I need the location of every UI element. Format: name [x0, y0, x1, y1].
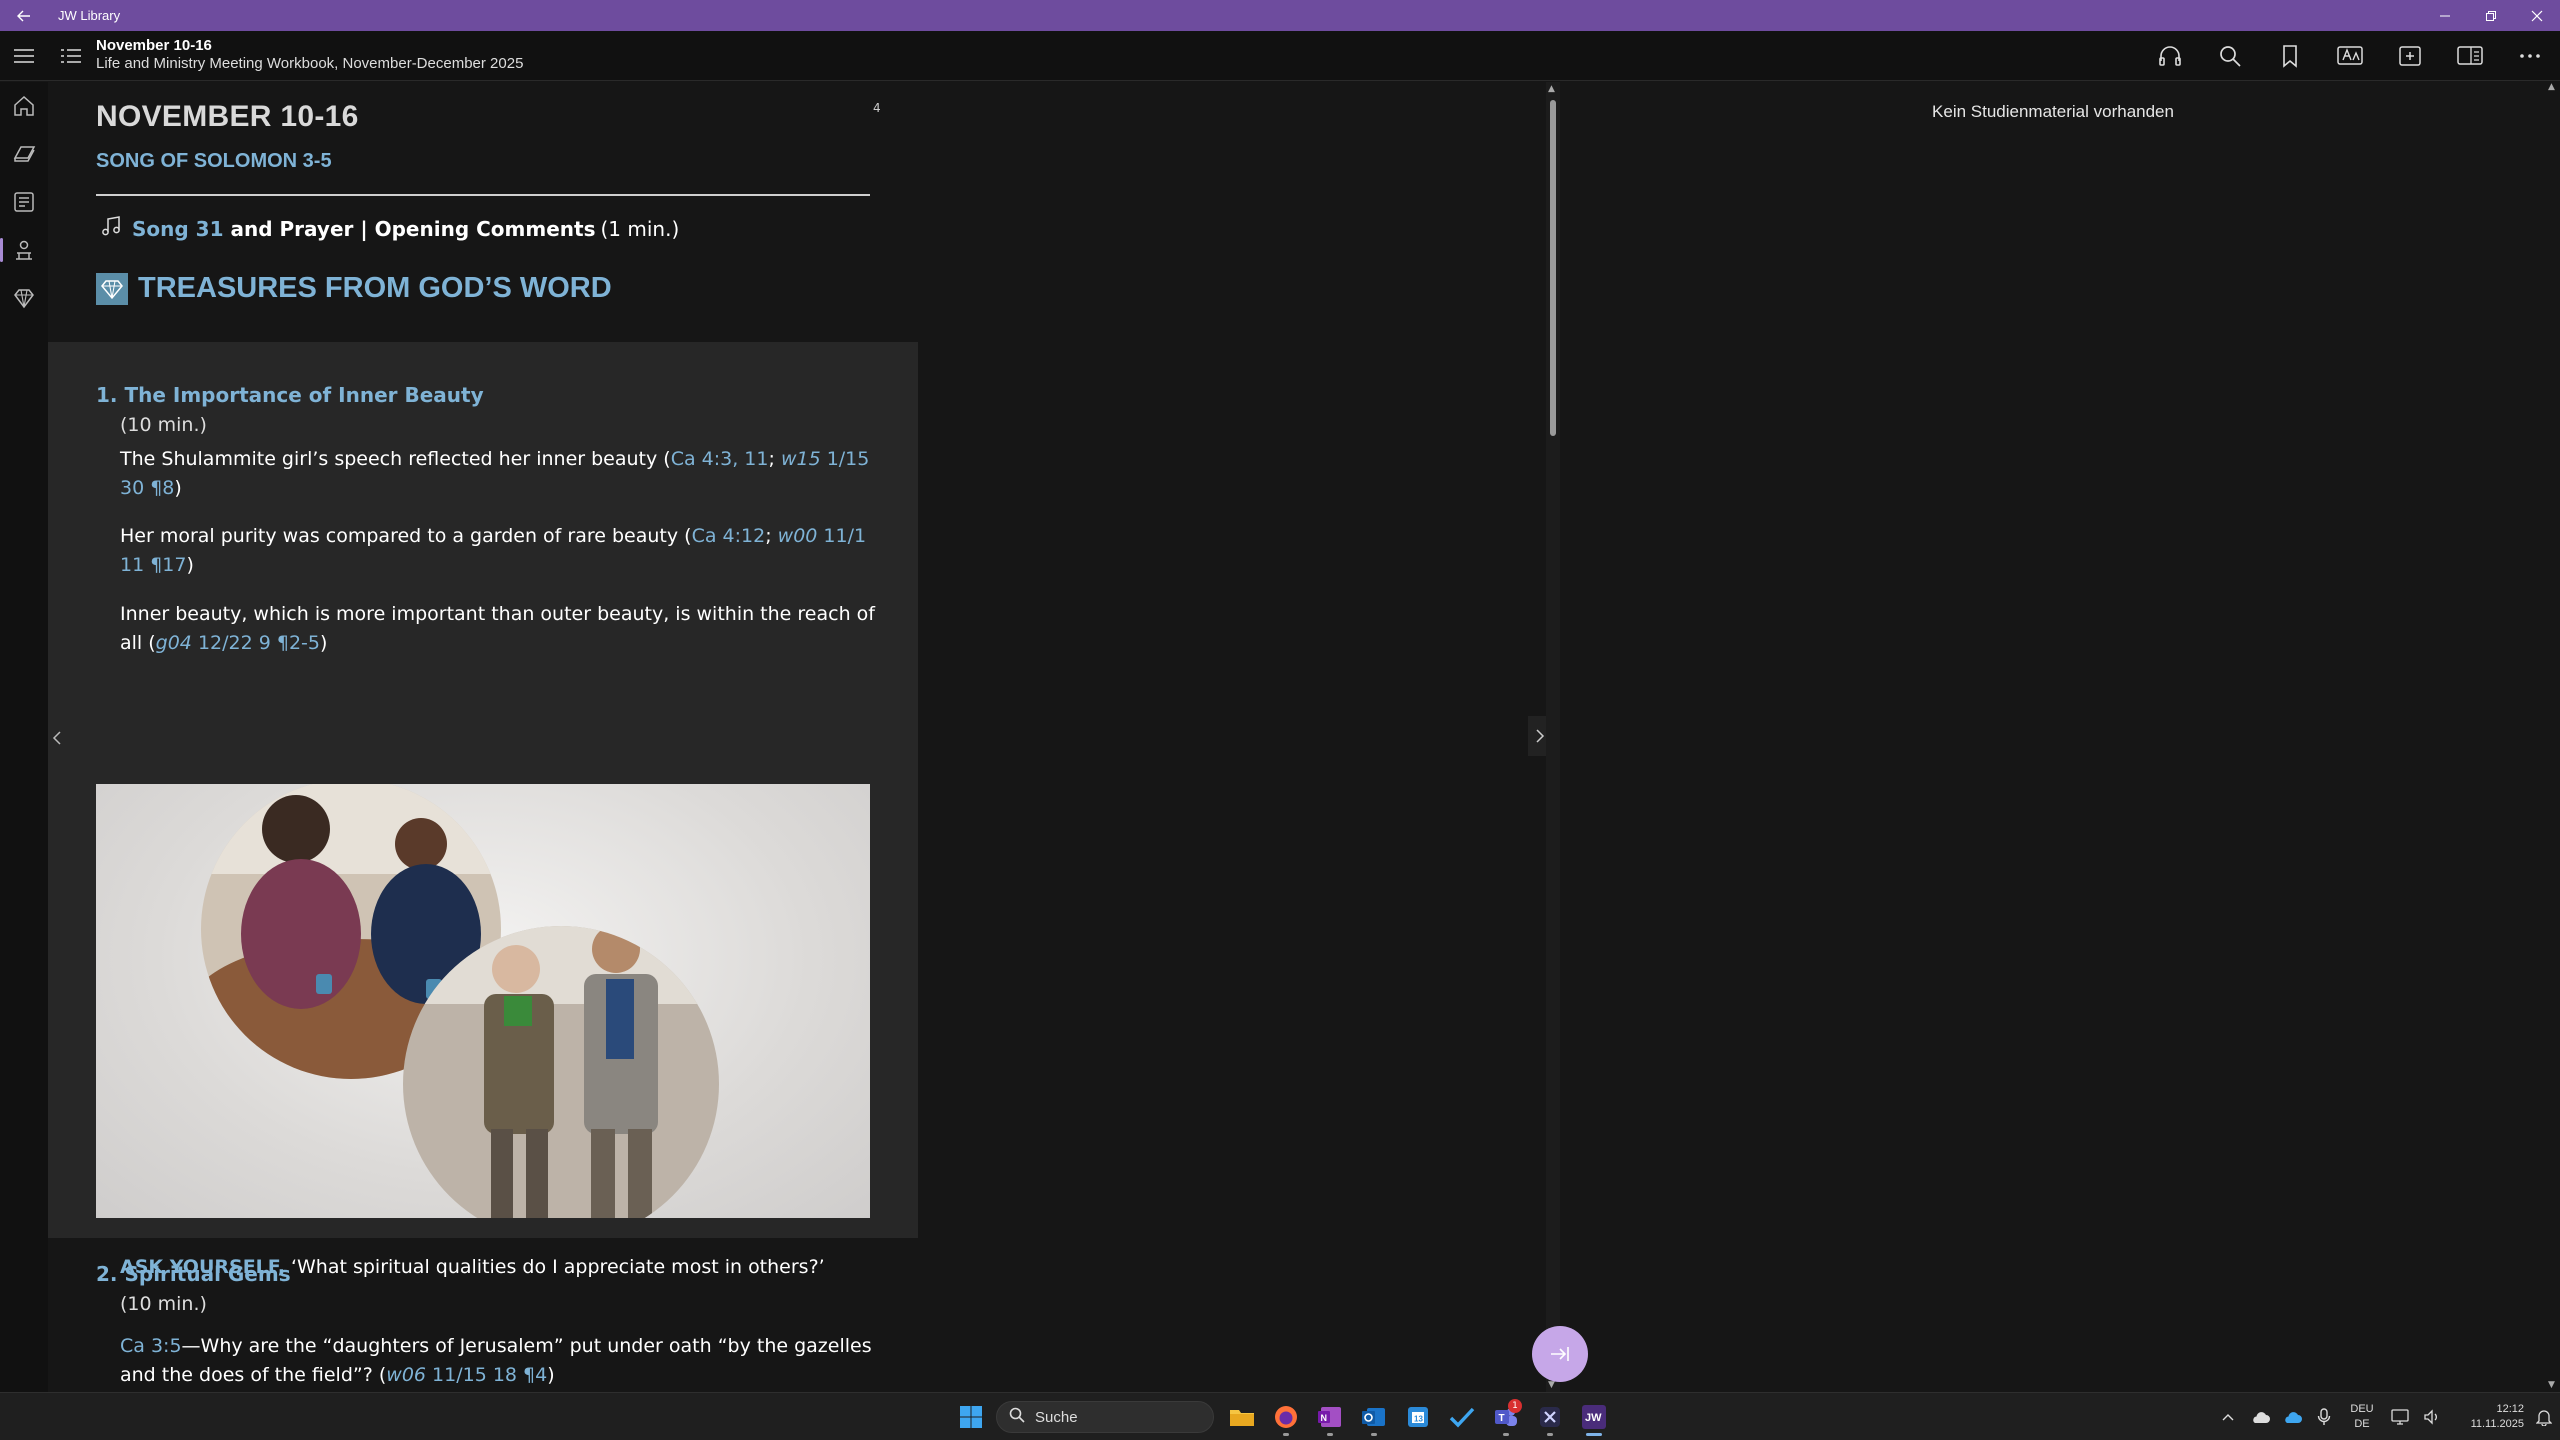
- svg-text:JW: JW: [1585, 1412, 1602, 1424]
- search-icon[interactable]: [2200, 31, 2260, 81]
- part-1-point-3: Inner beauty, which is more important th…: [120, 603, 875, 654]
- teams-notification-badge: 1: [1508, 1399, 1522, 1413]
- table-of-contents-icon[interactable]: [55, 40, 87, 72]
- taskbar-search-box[interactable]: Suche: [996, 1401, 1214, 1433]
- section-heading: TREASURES FROM GOD’S WORD: [96, 272, 612, 305]
- toggle-study-pane-button[interactable]: [1532, 1326, 1588, 1382]
- collapse-pane-icon: [1551, 1347, 1569, 1361]
- bookmark-icon[interactable]: [2260, 31, 2320, 81]
- song-line: Song 31 and Prayer | Opening Comments (1…: [100, 215, 679, 242]
- outlook-icon[interactable]: [1352, 1397, 1396, 1437]
- restore-icon[interactable]: [2468, 0, 2514, 31]
- scroll-up-arrow-icon[interactable]: ▲: [1548, 84, 1555, 94]
- scrollbar-thumb[interactable]: [1550, 100, 1556, 436]
- svg-text:T: T: [1499, 1413, 1505, 1424]
- nav-bible-icon[interactable]: [0, 130, 48, 178]
- reading-area-background: [918, 82, 1546, 1392]
- calendar-icon[interactable]: 13: [1396, 1397, 1440, 1437]
- title-bar: JW Library: [0, 0, 2560, 31]
- clock-date: 11.11.2025: [2470, 1418, 2524, 1430]
- document-title-publication: Life and Ministry Meeting Workbook, Nove…: [96, 55, 524, 72]
- volume-icon[interactable]: [2416, 1393, 2448, 1440]
- study-pane-scrollbar[interactable]: ▲ ▼: [2546, 82, 2560, 1392]
- search-placeholder: Suche: [1035, 1408, 1078, 1426]
- toolbox-app-icon[interactable]: [1528, 1397, 1572, 1437]
- reference-link[interactable]: w06 11/15 18 ¶4: [386, 1364, 547, 1386]
- study-pane-icon[interactable]: [2440, 31, 2500, 81]
- nav-publications-icon[interactable]: [0, 178, 48, 226]
- show-hidden-icons-chevron-icon[interactable]: [2212, 1393, 2244, 1440]
- headphones-icon[interactable]: [2140, 31, 2200, 81]
- more-options-icon[interactable]: [2500, 31, 2560, 81]
- diamond-icon: [96, 272, 128, 305]
- scroll-down-arrow-icon[interactable]: ▼: [2548, 1380, 2555, 1390]
- clock-time: 12:12: [2496, 1403, 2524, 1415]
- song-description: and Prayer | Opening Comments: [230, 216, 596, 241]
- part-1-title: 1. The Importance of Inner Beauty: [96, 383, 484, 407]
- firefox-icon[interactable]: [1264, 1397, 1308, 1437]
- back-arrow-icon[interactable]: [0, 0, 48, 31]
- week-date-heading: NOVEMBER 10-16: [96, 100, 359, 133]
- part-2-title: 2. Spiritual Gems: [96, 1262, 291, 1286]
- nav-meetings-icon[interactable]: [0, 226, 48, 274]
- scroll-up-arrow-icon[interactable]: ▲: [2548, 82, 2555, 92]
- scripture-link[interactable]: Ca 4:3, 11: [671, 448, 769, 470]
- header-bar: November 10-16 Life and Ministry Meeting…: [0, 31, 2560, 81]
- text-appearance-icon[interactable]: [2320, 31, 2380, 81]
- scripture-link[interactable]: Ca 3:5: [120, 1335, 182, 1357]
- close-icon[interactable]: [2514, 0, 2560, 31]
- article-scrollbar[interactable]: ▲ ▼: [1546, 82, 1560, 1392]
- document-title: November 10-16 Life and Ministry Meeting…: [96, 37, 523, 72]
- network-icon[interactable]: [2384, 1393, 2416, 1440]
- scripture-link[interactable]: Ca 4:12: [692, 525, 766, 547]
- app-title: JW Library: [58, 8, 121, 23]
- part-1-point-1: The Shulammite girl’s speech reflected h…: [120, 448, 870, 499]
- music-note-icon: [100, 215, 122, 242]
- add-note-icon[interactable]: [2380, 31, 2440, 81]
- onenote-icon[interactable]: N: [1308, 1397, 1352, 1437]
- input-language-indicator[interactable]: DEU DE: [2340, 1402, 2384, 1432]
- reference-link[interactable]: g04 12/22 9 ¶2-5: [156, 632, 320, 654]
- svg-text:N: N: [1321, 1413, 1328, 1423]
- part-1-point-2: Her moral purity was compared to a garde…: [120, 525, 867, 576]
- article-content: 4 NOVEMBER 10-16 SONG OF SOLOMON 3-5 Son…: [48, 82, 918, 1392]
- part-1-duration: (10 min.): [120, 414, 207, 436]
- jw-library-taskbar-icon[interactable]: JW: [1572, 1397, 1616, 1437]
- hamburger-menu-icon[interactable]: [8, 40, 40, 72]
- nav-home-icon[interactable]: [0, 82, 48, 130]
- microphone-icon[interactable]: [2308, 1393, 2340, 1440]
- file-explorer-icon[interactable]: [1220, 1397, 1264, 1437]
- song-link[interactable]: Song 31: [132, 217, 224, 241]
- left-navigation: [0, 82, 48, 1392]
- page-number: 4: [873, 101, 881, 115]
- windows-start-icon[interactable]: [955, 1401, 987, 1433]
- windows-taskbar: Suche N 13 T 1 JW DEU DE 12:12 11.11.202…: [0, 1392, 2560, 1440]
- search-icon: [1009, 1407, 1025, 1427]
- minimize-icon[interactable]: [2422, 0, 2468, 31]
- part-2-question: Ca 3:5—Why are the “daughters of Jerusal…: [120, 1335, 872, 1386]
- previous-page-chevron-icon[interactable]: [52, 730, 62, 751]
- song-duration: (1 min.): [600, 216, 680, 241]
- illustration-image[interactable]: [96, 784, 870, 1218]
- notifications-bell-icon[interactable]: [2528, 1393, 2560, 1440]
- divider: [96, 194, 870, 196]
- part-2-duration: (10 min.): [120, 1293, 207, 1315]
- nav-personal-study-gem-icon[interactable]: [0, 274, 48, 322]
- todo-check-icon[interactable]: [1440, 1397, 1484, 1437]
- onedrive-icon[interactable]: [2276, 1393, 2308, 1440]
- section-heading-text: TREASURES FROM GOD’S WORD: [138, 272, 612, 304]
- bible-reading-link[interactable]: SONG OF SOLOMON 3-5: [96, 150, 332, 173]
- treasures-panel: 1. The Importance of Inner Beauty (10 mi…: [48, 342, 918, 1278]
- document-title-main: November 10-16: [96, 37, 212, 54]
- svg-text:13: 13: [1414, 1415, 1423, 1424]
- study-pane: Kein Studienmaterial vorhanden: [1560, 82, 2546, 1392]
- teams-icon[interactable]: T 1: [1484, 1397, 1528, 1437]
- cloud-icon[interactable]: [2244, 1393, 2276, 1440]
- study-pane-empty-message: Kein Studienmaterial vorhanden: [1932, 102, 2174, 121]
- taskbar-clock[interactable]: 12:12 11.11.2025: [2448, 1402, 2528, 1432]
